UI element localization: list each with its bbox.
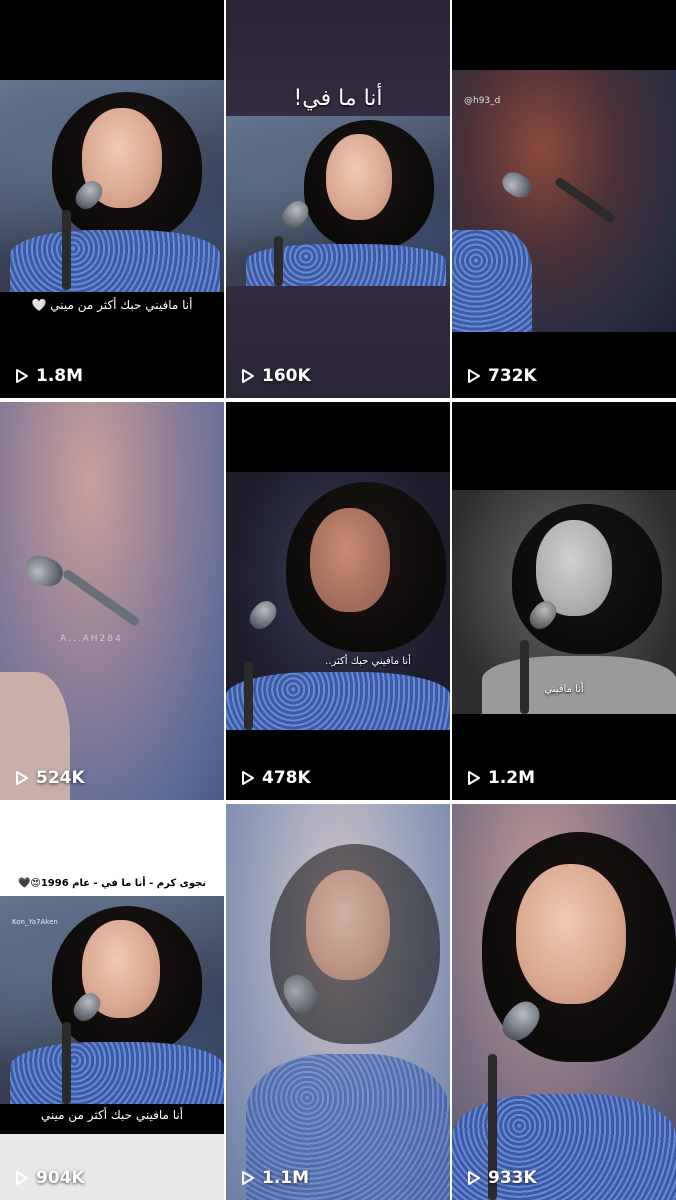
view-count-label: 732K — [488, 366, 537, 386]
view-count: 478K — [240, 768, 311, 788]
video-thumbnail — [226, 472, 450, 730]
video-thumbnail — [0, 80, 224, 292]
thumbnail-face — [516, 864, 626, 1004]
microphone-icon — [21, 551, 67, 591]
play-icon — [16, 1171, 28, 1185]
microphone-stand — [244, 662, 253, 730]
play-icon — [242, 369, 254, 383]
view-count: 1.1M — [240, 1168, 309, 1188]
view-count: 904K — [14, 1168, 85, 1188]
microphone-stand — [553, 176, 617, 224]
thumbnail-dress — [10, 230, 220, 292]
video-thumbnail — [452, 70, 676, 332]
video-tile[interactable]: 933K — [452, 804, 676, 1200]
view-count: 1.2M — [466, 768, 535, 788]
view-count: 1.8M — [14, 366, 83, 386]
thumbnail-face — [326, 134, 392, 220]
video-caption: أنا مافيني حبك أكثر من ميني — [40, 1108, 184, 1122]
play-icon — [242, 1171, 254, 1185]
video-caption: أنا مافيني حبك أكثر.. — [325, 656, 411, 667]
view-count: 933K — [466, 1168, 537, 1188]
video-caption: أنا مافيني حبك أكثر من ميني 🤍 — [31, 298, 193, 312]
video-handle: Kon_Ya7Aken — [12, 918, 58, 926]
video-tile[interactable]: نجوى كرم - أنا ما في - عام 1996😍🖤 Kon_Ya… — [0, 804, 224, 1200]
view-count-label: 160K — [262, 366, 311, 386]
video-thumbnail — [452, 490, 676, 714]
video-thumbnail — [0, 896, 224, 1104]
thumbnail-face — [310, 508, 390, 612]
video-tile[interactable]: أنا مافيني 1.2M — [452, 402, 676, 800]
microphone-stand — [61, 568, 141, 628]
video-watermark: A...AH284 — [60, 634, 123, 644]
microphone-stand — [274, 236, 283, 286]
view-count-label: 933K — [488, 1168, 537, 1188]
video-title: أنا ما في! — [293, 86, 383, 111]
microphone-stand — [62, 1022, 71, 1104]
view-count-label: 904K — [36, 1168, 85, 1188]
microphone-stand — [62, 210, 71, 290]
microphone-stand — [520, 640, 529, 714]
video-tile[interactable]: 1.1M — [226, 804, 450, 1200]
view-count-label: 524K — [36, 768, 85, 788]
view-count: 160K — [240, 366, 311, 386]
view-count-label: 1.1M — [262, 1168, 310, 1188]
video-handle: @h93_d — [464, 96, 501, 106]
video-caption: أنا مافيني — [544, 684, 584, 695]
thumbnail-dress — [226, 672, 450, 730]
video-thumbnail — [226, 116, 450, 286]
play-icon — [16, 369, 28, 383]
play-icon — [468, 771, 480, 785]
view-count-label: 1.2M — [488, 768, 536, 788]
video-tile[interactable]: أنا مافيني حبك أكثر.. 478K — [226, 402, 450, 800]
video-tile[interactable]: أنا مافيني حبك أكثر من ميني 🤍 1.8M — [0, 0, 224, 398]
video-title: نجوى كرم - أنا ما في - عام 1996😍🖤 — [17, 878, 207, 889]
thumbnail-dress — [10, 1042, 224, 1104]
video-tile[interactable]: @h93_d 732K — [452, 0, 676, 398]
microphone-icon — [244, 596, 282, 634]
play-icon — [16, 771, 28, 785]
view-count-label: 1.8M — [36, 366, 84, 386]
play-icon — [468, 1171, 480, 1185]
video-tile[interactable]: A...AH284 524K — [0, 402, 224, 800]
lower-panel — [0, 1134, 224, 1200]
play-icon — [242, 771, 254, 785]
view-count: 524K — [14, 768, 85, 788]
video-tile[interactable]: أنا ما في! 160K — [226, 0, 450, 398]
view-count: 732K — [466, 366, 537, 386]
view-count-label: 478K — [262, 768, 311, 788]
video-grid: أنا مافيني حبك أكثر من ميني 🤍 1.8M أنا م… — [0, 0, 676, 1200]
thumbnail-face — [306, 870, 390, 980]
microphone-icon — [498, 167, 536, 203]
play-icon — [468, 369, 480, 383]
thumbnail-dress — [452, 230, 532, 332]
